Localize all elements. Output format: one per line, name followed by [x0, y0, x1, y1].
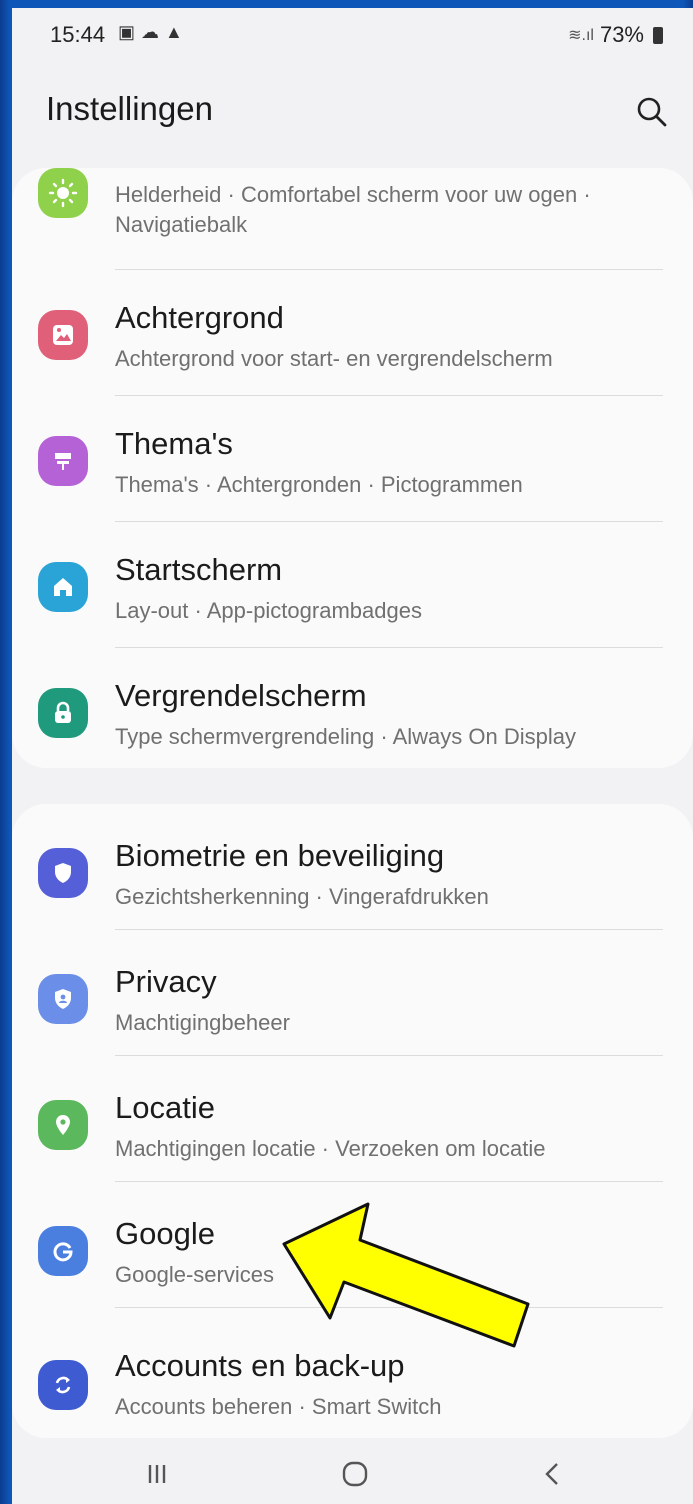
- status-time: 15:44: [50, 22, 106, 47]
- settings-item-subtitle: Achtergrond voor start- en vergrendelsch…: [115, 346, 553, 371]
- settings-item-privacy[interactable]: Privacy Machtigingbeheer: [12, 930, 693, 1056]
- settings-item-subtitle: Accounts beheren · Smart Switch: [115, 1394, 442, 1419]
- settings-item-title: Startscherm: [115, 552, 283, 587]
- settings-item-subtitle: Thema's · Achtergronden · Pictogrammen: [115, 472, 523, 497]
- settings-item-subtitle: Helderheid · Comfortabel scherm voor uw …: [115, 182, 591, 207]
- wifi-signal-icon: ≋.ıl: [568, 27, 594, 44]
- settings-item-title: Thema's: [115, 426, 233, 461]
- search-icon: [637, 97, 667, 127]
- recent-apps-icon: [148, 1465, 166, 1483]
- settings-item-subtitle: Type schermvergrendeling · Always On Dis…: [115, 724, 576, 749]
- settings-group-display: Helderheid · Comfortabel scherm voor uw …: [12, 168, 693, 768]
- annotation-arrow: [282, 1202, 530, 1348]
- themes-icon: [38, 436, 88, 486]
- home-circle-icon: [342, 1461, 368, 1487]
- notification-icons: ▣☁▲: [118, 22, 189, 43]
- settings-item-subtitle: Machtigingbeheer: [115, 1010, 290, 1035]
- image-icon: ▣: [118, 22, 142, 42]
- display-icon: [38, 168, 88, 218]
- search-button[interactable]: [632, 92, 672, 132]
- settings-item-subtitle: Machtigingen locatie · Verzoeken om loca…: [115, 1136, 546, 1161]
- battery-percent: 73%: [599, 22, 644, 47]
- sync-icon: [38, 1360, 88, 1410]
- back-icon: [545, 1463, 558, 1485]
- home-icon: [38, 562, 88, 612]
- settings-item-vergrendelscherm[interactable]: Vergrendelscherm Type schermvergrendelin…: [12, 648, 693, 774]
- shield-icon: [38, 848, 88, 898]
- location-icon: [38, 1100, 88, 1150]
- settings-item-achtergrond[interactable]: Achtergrond Achtergrond voor start- en v…: [12, 270, 693, 396]
- settings-item-subtitle-line2: Navigatiebalk: [115, 212, 248, 237]
- status-right: ≋.ıl 73%: [568, 22, 663, 48]
- settings-item-title: Privacy: [115, 964, 217, 999]
- settings-item-subtitle: Lay-out · App-pictogrambadges: [115, 598, 422, 623]
- battery-icon: [653, 26, 663, 44]
- privacy-icon: [38, 974, 88, 1024]
- settings-item-startscherm[interactable]: Startscherm Lay-out · App-pictogrambadge…: [12, 522, 693, 648]
- settings-item-themas[interactable]: Thema's Thema's · Achtergronden · Pictog…: [12, 396, 693, 522]
- weather-icon: ☁: [141, 22, 166, 42]
- settings-item-subtitle: Gezichtsherkenning · Vingerafdrukken: [115, 884, 489, 909]
- page-title: Instellingen: [46, 90, 213, 127]
- settings-item-title: Achtergrond: [115, 300, 284, 335]
- settings-item-title: Google: [115, 1216, 215, 1251]
- settings-item-biometrie[interactable]: Biometrie en beveiliging Gezichtsherkenn…: [12, 804, 693, 930]
- settings-item-subtitle: Google-services: [115, 1262, 274, 1287]
- settings-item-title: Vergrendelscherm: [115, 678, 367, 713]
- cloud-icon: ▲: [165, 22, 189, 42]
- home-button[interactable]: [330, 1452, 380, 1496]
- navigation-bar: [12, 1444, 693, 1504]
- back-button[interactable]: [528, 1452, 578, 1496]
- settings-item-title: Locatie: [115, 1090, 215, 1125]
- settings-item-title: Biometrie en beveiliging: [115, 838, 445, 873]
- recent-apps-button[interactable]: [132, 1452, 182, 1496]
- settings-item-display[interactable]: Helderheid · Comfortabel scherm voor uw …: [12, 168, 693, 270]
- phone-screen: 15:44 ▣☁▲ ≋.ıl 73% Instellingen Helderhe…: [12, 8, 693, 1504]
- lock-icon: [38, 688, 88, 738]
- settings-item-locatie[interactable]: Locatie Machtigingen locatie · Verzoeken…: [12, 1056, 693, 1182]
- wallpaper-icon: [38, 310, 88, 360]
- status-bar: 15:44 ▣☁▲ ≋.ıl 73%: [12, 8, 693, 58]
- google-icon: [38, 1226, 88, 1276]
